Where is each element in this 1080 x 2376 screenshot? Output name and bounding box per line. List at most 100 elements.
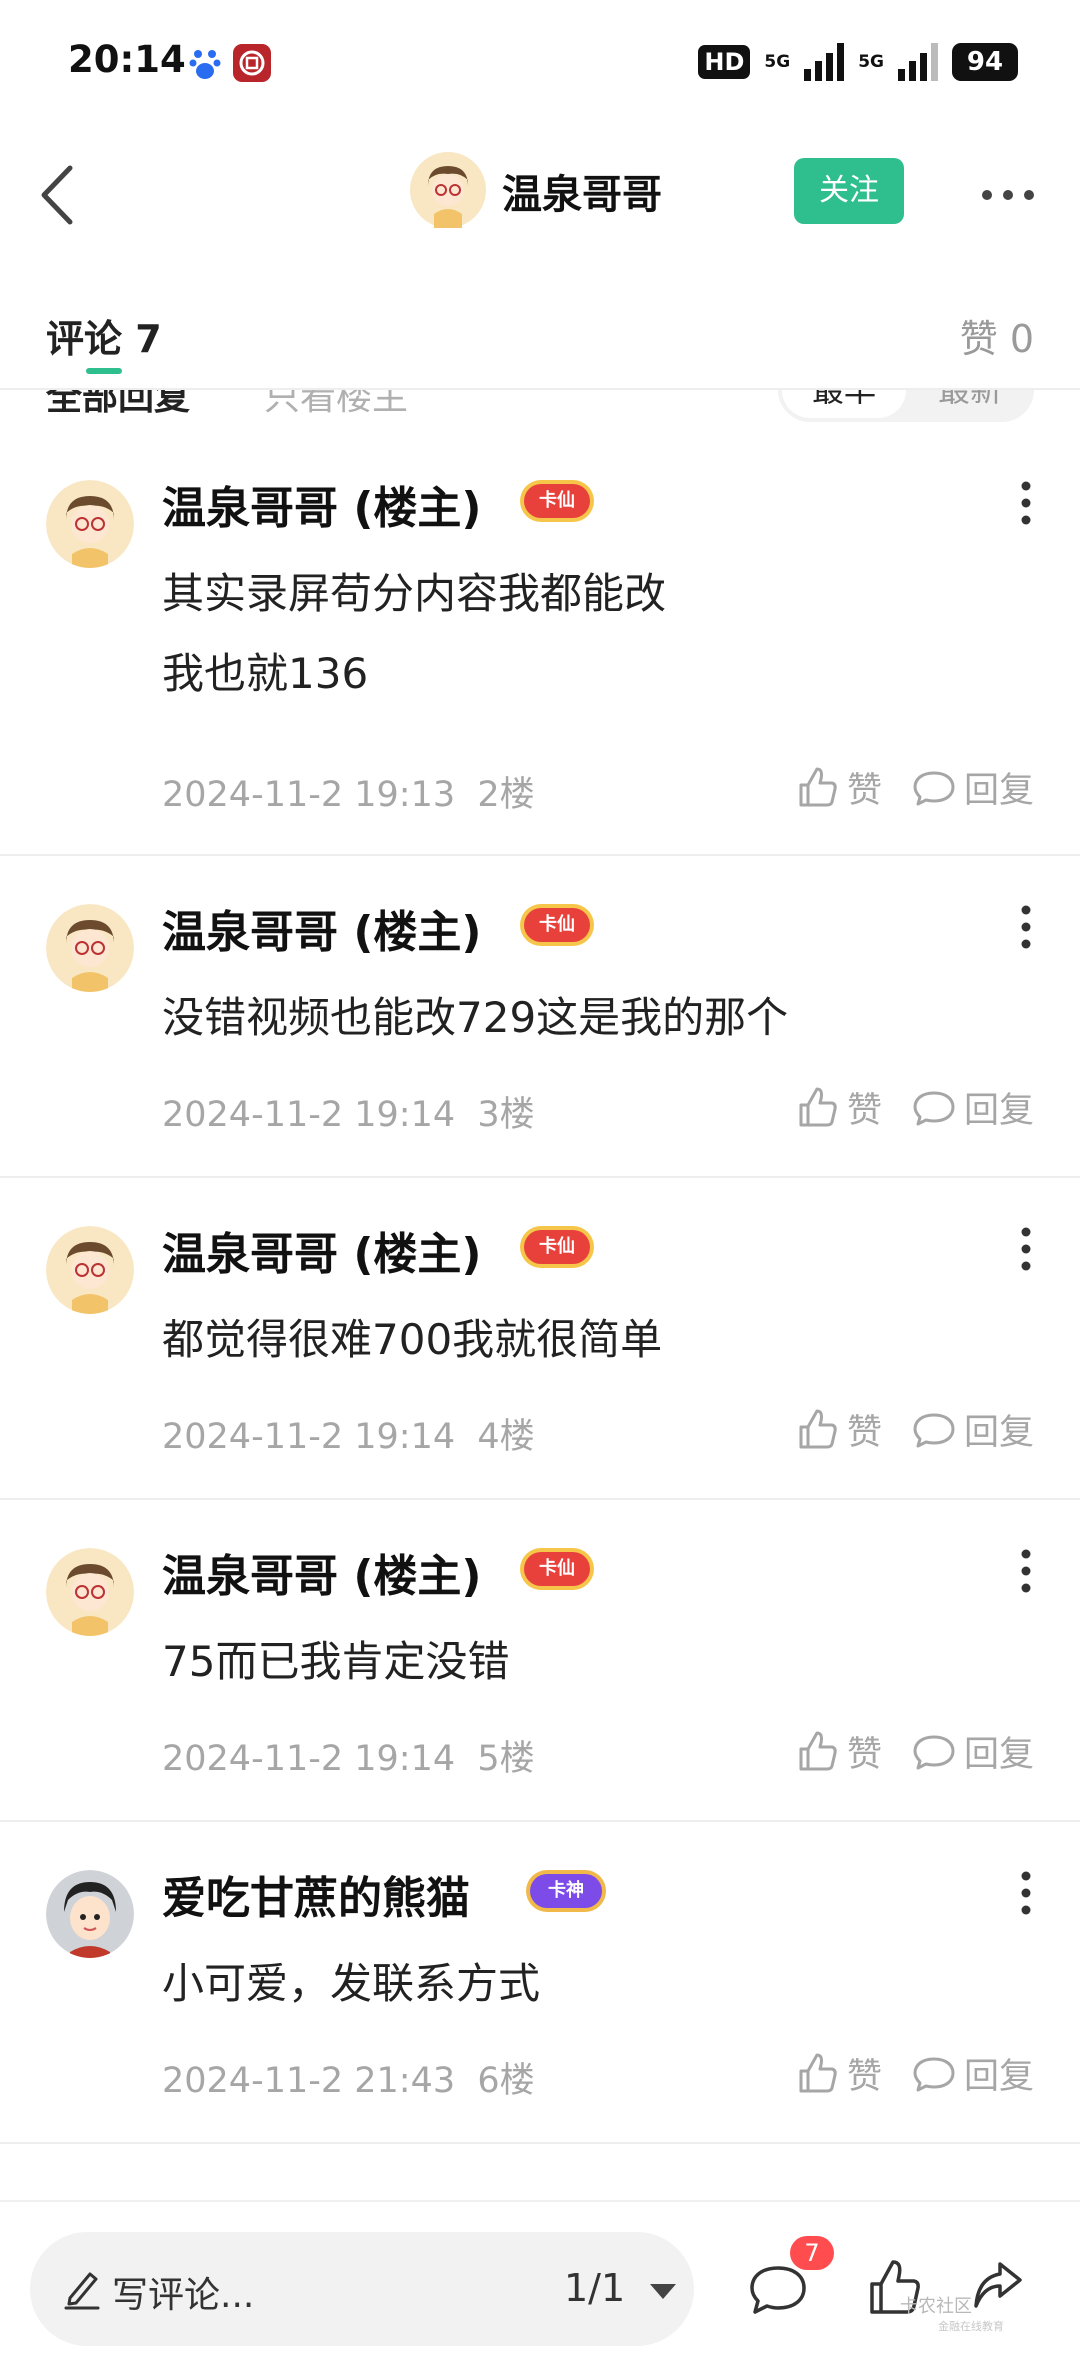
status-right-cluster: HD 5G 5G 94	[698, 40, 1018, 84]
comment-text: 没错视频也能改729这是我的那个	[162, 978, 788, 1058]
commenter-name[interactable]: 温泉哥哥 (楼主)	[162, 1540, 482, 1604]
sort-latest[interactable]: 最新	[910, 390, 1030, 418]
comment-item: 温泉哥哥 (楼主) 卡仙 没错视频也能改729这是我的那个 2024-11-2 …	[0, 856, 1080, 1178]
comment-time: 2024-11-2 21:43	[162, 2061, 456, 2101]
reply-button[interactable]: 回复	[912, 1726, 1034, 1777]
pen-icon	[62, 2266, 102, 2312]
commenter-avatar[interactable]	[46, 1548, 134, 1636]
thumbs-up-icon	[799, 1409, 837, 1449]
hd-voice-icon: HD	[698, 45, 751, 79]
back-arrow-icon[interactable]	[30, 160, 90, 230]
like-button[interactable]: 赞	[795, 1082, 882, 1133]
page-dropdown-caret-icon[interactable]	[650, 2284, 676, 2299]
like-button[interactable]: 赞	[795, 1726, 882, 1777]
follow-button[interactable]: 关注	[794, 158, 904, 224]
comment-more-icon[interactable]	[1016, 904, 1036, 950]
sim1-signal-icon	[804, 43, 845, 81]
like-button[interactable]: 赞	[795, 2048, 882, 2099]
tab-likes[interactable]: 赞 0	[960, 308, 1034, 363]
comment-time: 2024-11-2 19:14	[162, 1417, 456, 1457]
comment-compose-field[interactable]: 写评论... 1/1	[30, 2232, 694, 2346]
reply-label: 回复	[963, 1734, 1034, 1775]
watermark-subtitle: 金融在线教育	[938, 2320, 1004, 2333]
author-name[interactable]: 温泉哥哥	[502, 162, 662, 220]
comment-more-icon[interactable]	[1016, 480, 1036, 526]
commenter-name[interactable]: 温泉哥哥 (楼主)	[162, 472, 482, 536]
like-button[interactable]: 赞	[795, 1404, 882, 1455]
like-label: 赞	[846, 1412, 882, 1453]
like-button[interactable]: 赞	[795, 762, 882, 813]
thumbs-up-icon	[799, 767, 837, 807]
compose-placeholder: 写评论...	[112, 2275, 255, 2316]
comment-text: 都觉得很难700我就很简单	[162, 1300, 662, 1380]
comment-actions: 赞 回复	[795, 762, 1034, 812]
reply-label: 回复	[963, 770, 1034, 811]
commenter-avatar[interactable]	[46, 904, 134, 992]
share-icon[interactable]	[970, 2258, 1026, 2314]
level-badge: 卡仙	[524, 1230, 590, 1264]
level-badge: 卡仙	[524, 484, 590, 518]
comment-line: 没错视频也能改729这是我的那个	[162, 993, 789, 1042]
bank-app-notification-icon	[233, 44, 271, 82]
comment-line: 75而已我肯定没错	[162, 1637, 510, 1686]
watermark-logo: 卡农社区	[900, 2296, 972, 2317]
comment-actions: 赞 回复	[795, 1082, 1034, 1132]
reply-button[interactable]: 回复	[912, 2048, 1034, 2099]
status-bar: 20:14 HD 5G 5G 94	[0, 0, 1080, 130]
tab-active-indicator	[86, 368, 122, 374]
filter-all-replies[interactable]: 全部回复	[46, 390, 190, 420]
filter-host-only[interactable]: 只看楼主	[264, 390, 408, 420]
comment-count-badge: 7	[790, 2236, 834, 2270]
sort-earliest[interactable]: 最早	[782, 390, 906, 418]
sim2-signal-icon	[898, 43, 938, 81]
reply-button[interactable]: 回复	[912, 762, 1034, 813]
comment-meta: 2024-11-2 19:14 4楼	[162, 1408, 535, 1459]
comments-icon[interactable]	[748, 2262, 808, 2318]
sim2-network-label: 5G	[858, 51, 884, 72]
comment-meta: 2024-11-2 19:14 3楼	[162, 1086, 535, 1137]
reply-label: 回复	[963, 1090, 1034, 1131]
commenter-name[interactable]: 爱吃甘蔗的熊猫	[162, 1862, 470, 1926]
comment-actions: 赞 回复	[795, 2048, 1034, 2098]
comment-time: 2024-11-2 19:13	[162, 775, 456, 815]
commenter-avatar[interactable]	[46, 1870, 134, 1958]
comment-line: 小可爱，发联系方式	[162, 1959, 541, 2008]
comment-more-icon[interactable]	[1016, 1226, 1036, 1272]
author-avatar[interactable]	[410, 152, 486, 228]
level-badge: 卡神	[530, 1874, 602, 1908]
reply-label: 回复	[963, 1412, 1034, 1453]
battery-indicator: 94	[952, 43, 1018, 81]
comment-more-icon[interactable]	[1016, 1870, 1036, 1916]
speech-bubble-icon	[913, 1735, 955, 1770]
app-header: 温泉哥哥 关注	[0, 130, 1080, 260]
commenter-avatar[interactable]	[46, 480, 134, 568]
comment-meta: 2024-11-2 19:14 5楼	[162, 1730, 535, 1781]
comment-actions: 赞 回复	[795, 1726, 1034, 1776]
thumbs-up-icon	[799, 1731, 837, 1771]
comment-floor: 3楼	[477, 1095, 535, 1135]
commenter-name[interactable]: 温泉哥哥 (楼主)	[162, 896, 482, 960]
page-indicator[interactable]: 1/1	[564, 2266, 625, 2310]
commenter-avatar[interactable]	[46, 1226, 134, 1314]
comment-floor: 6楼	[477, 2061, 535, 2101]
tab-comments[interactable]: 评论 7	[46, 308, 162, 363]
commenter-name[interactable]: 温泉哥哥 (楼主)	[162, 1218, 482, 1282]
comment-text: 75而已我肯定没错	[162, 1622, 509, 1702]
reply-filter-bar: 全部回复 只看楼主 最早 最新	[0, 390, 1080, 432]
comment-actions: 赞 回复	[795, 1404, 1034, 1454]
comment-meta: 2024-11-2 19:13 2楼	[162, 766, 535, 817]
comment-more-icon[interactable]	[1016, 1548, 1036, 1594]
more-options-icon[interactable]	[978, 180, 1038, 210]
comment-line: 我也就136	[162, 649, 369, 698]
status-time: 20:14	[68, 38, 186, 81]
comment-meta: 2024-11-2 21:43 6楼	[162, 2052, 535, 2103]
reply-button[interactable]: 回复	[912, 1404, 1034, 1455]
like-label: 赞	[846, 1734, 882, 1775]
reply-button[interactable]: 回复	[912, 1082, 1034, 1133]
comment-floor: 2楼	[477, 775, 535, 815]
speech-bubble-icon	[913, 1091, 955, 1126]
comment-item: 爱吃甘蔗的熊猫 卡神 小可爱，发联系方式 2024-11-2 21:43 6楼 …	[0, 1822, 1080, 2144]
like-label: 赞	[846, 2056, 882, 2097]
comment-time: 2024-11-2 19:14	[162, 1095, 456, 1135]
comment-text: 其实录屏苟分内容我都能改 我也就136	[162, 554, 666, 714]
